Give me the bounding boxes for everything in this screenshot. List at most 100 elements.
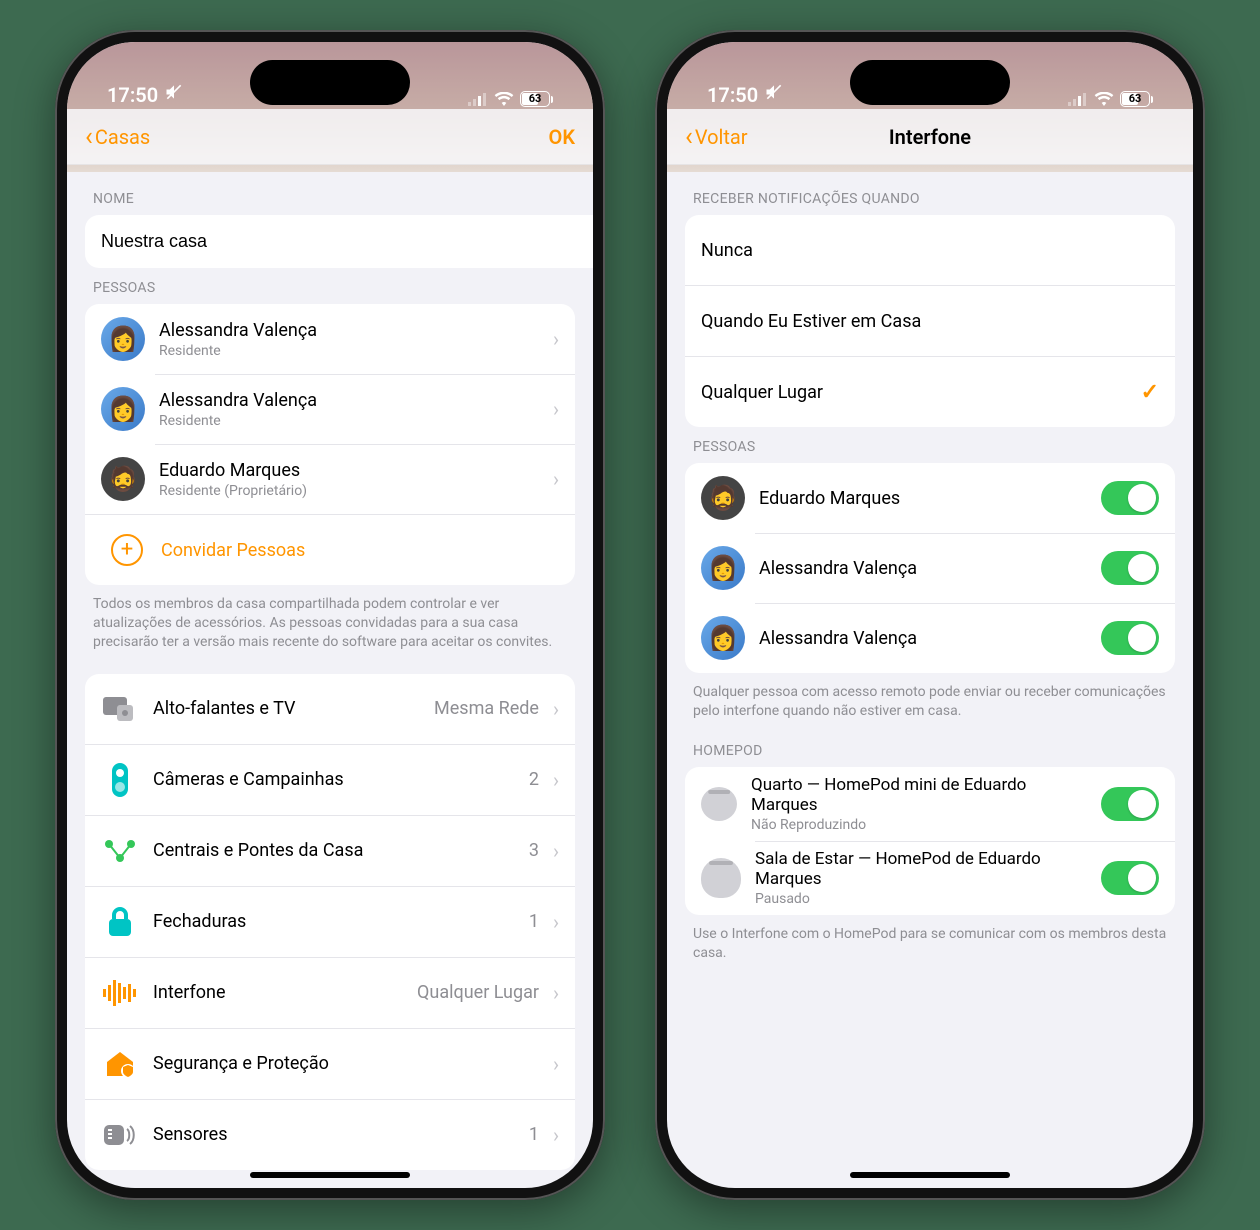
back-button[interactable]: ‹ Casas (85, 122, 150, 152)
ok-button[interactable]: OK (549, 125, 575, 149)
chevron-left-icon: ‹ (685, 122, 693, 152)
person-role: Residente (Proprietário) (159, 483, 539, 499)
section-header-people: PESSOAS (93, 280, 567, 296)
avatar: 👩 (101, 317, 145, 361)
chevron-left-icon: ‹ (85, 122, 93, 152)
person-name: Alessandra Valença (759, 628, 1087, 649)
option-label: Quando Eu Estiver em Casa (701, 311, 1159, 332)
homepod-status: Não Reproduzindo (751, 817, 1087, 833)
security-icon (101, 1045, 139, 1083)
status-time: 17:50 (707, 83, 758, 107)
invite-people-button[interactable]: + Convidar Pessoas (85, 514, 575, 585)
settings-row-hubs[interactable]: Centrais e Pontes da Casa 3 › (85, 815, 575, 886)
settings-row-intercom[interactable]: Interfone Qualquer Lugar › (85, 957, 575, 1028)
dynamic-island (850, 60, 1010, 105)
chevron-right-icon: › (553, 1123, 559, 1147)
row-label: Segurança e Proteção (153, 1053, 539, 1074)
home-indicator[interactable] (850, 1172, 1010, 1178)
back-label: Voltar (695, 125, 748, 149)
toggle-switch[interactable] (1101, 621, 1159, 655)
lock-icon (101, 903, 139, 941)
chevron-right-icon: › (553, 327, 559, 351)
mute-icon (164, 82, 184, 107)
people-footer: Todos os membros da casa compartilhada p… (93, 595, 567, 652)
section-header-people: PESSOAS (693, 439, 1167, 455)
row-label: Câmeras e Campainhas (153, 769, 515, 790)
cellular-icon (468, 92, 488, 106)
status-time: 17:50 (107, 83, 158, 107)
row-detail: 3 (529, 840, 539, 861)
row-label: Alto-falantes e TV (153, 698, 420, 719)
homepod-name: Quarto — HomePod mini de Eduardo Marques (751, 775, 1087, 815)
settings-row-sensors[interactable]: Sensores 1 › (85, 1099, 575, 1170)
chevron-right-icon: › (553, 981, 559, 1005)
avatar: 👩 (701, 546, 745, 590)
sensor-icon (101, 1116, 139, 1154)
section-header-notify: RECEBER NOTIFICAÇÕES QUANDO (693, 191, 1167, 207)
toggle-switch[interactable] (1101, 861, 1159, 895)
notify-option[interactable]: Nunca (685, 215, 1175, 285)
hub-icon (101, 832, 139, 870)
toggle-switch[interactable] (1101, 551, 1159, 585)
dynamic-island (250, 60, 410, 105)
wifi-icon (1094, 92, 1114, 106)
chevron-right-icon: › (553, 768, 559, 792)
battery-icon: 63 (520, 91, 553, 107)
person-name: Eduardo Marques (159, 460, 539, 481)
person-row[interactable]: 👩 Alessandra Valença Residente › (85, 374, 575, 444)
home-indicator[interactable] (250, 1172, 410, 1178)
home-name-input[interactable] (85, 215, 593, 268)
row-label: Fechaduras (153, 911, 515, 932)
person-row[interactable]: 👩 Alessandra Valença Residente › (85, 304, 575, 374)
person-name: Alessandra Valença (759, 558, 1087, 579)
chevron-right-icon: › (553, 397, 559, 421)
settings-row-cameras[interactable]: Câmeras e Campainhas 2 › (85, 744, 575, 815)
avatar: 👩 (101, 387, 145, 431)
chevron-right-icon: › (553, 467, 559, 491)
homepod-row: Quarto — HomePod mini de Eduardo Marques… (685, 767, 1175, 841)
settings-row-locks[interactable]: Fechaduras 1 › (85, 886, 575, 957)
settings-row-speakers-tv[interactable]: Alto-falantes e TV Mesma Rede › (85, 674, 575, 744)
person-name: Alessandra Valença (159, 390, 539, 411)
person-toggle-row: 👩 Alessandra Valença (685, 603, 1175, 673)
section-header-name: NOME (93, 191, 567, 207)
person-role: Residente (159, 413, 539, 429)
chevron-right-icon: › (553, 839, 559, 863)
row-detail: Mesma Rede (434, 698, 539, 719)
homepod-footer: Use o Interfone com o HomePod para se co… (693, 925, 1167, 963)
people-footer: Qualquer pessoa com acesso remoto pode e… (693, 683, 1167, 721)
plus-icon: + (111, 534, 143, 566)
checkmark-icon: ✓ (1141, 380, 1159, 405)
row-detail: Qualquer Lugar (417, 982, 539, 1003)
person-toggle-row: 👩 Alessandra Valença (685, 533, 1175, 603)
speaker-tv-icon (101, 690, 139, 728)
back-label: Casas (95, 125, 150, 149)
nav-bar: ‹ Voltar Interfone (667, 109, 1193, 165)
toggle-switch[interactable] (1101, 481, 1159, 515)
wifi-icon (494, 92, 514, 106)
avatar: 🧔 (101, 457, 145, 501)
toggle-switch[interactable] (1101, 787, 1159, 821)
homepod-icon (701, 858, 741, 898)
row-label: Centrais e Pontes da Casa (153, 840, 515, 861)
person-name: Alessandra Valença (159, 320, 539, 341)
row-label: Interfone (153, 982, 403, 1003)
settings-row-security[interactable]: Segurança e Proteção › (85, 1028, 575, 1099)
option-label: Nunca (701, 240, 1159, 261)
section-header-homepod: HOMEPOD (693, 743, 1167, 759)
person-name: Eduardo Marques (759, 488, 1087, 509)
notify-option[interactable]: Qualquer Lugar ✓ (685, 356, 1175, 427)
notify-option[interactable]: Quando Eu Estiver em Casa (685, 285, 1175, 356)
person-toggle-row: 🧔 Eduardo Marques (685, 463, 1175, 533)
avatar: 👩 (701, 616, 745, 660)
homepod-status: Pausado (755, 891, 1087, 907)
person-role: Residente (159, 343, 539, 359)
chevron-right-icon: › (553, 697, 559, 721)
cellular-icon (1068, 92, 1088, 106)
back-button[interactable]: ‹ Voltar (685, 122, 748, 152)
phone-right: 17:50 63 (655, 30, 1205, 1200)
homepod-icon (701, 787, 737, 821)
chevron-right-icon: › (553, 1052, 559, 1076)
phone-left: 17:50 63 (55, 30, 605, 1200)
person-row[interactable]: 🧔 Eduardo Marques Residente (Proprietári… (85, 444, 575, 514)
